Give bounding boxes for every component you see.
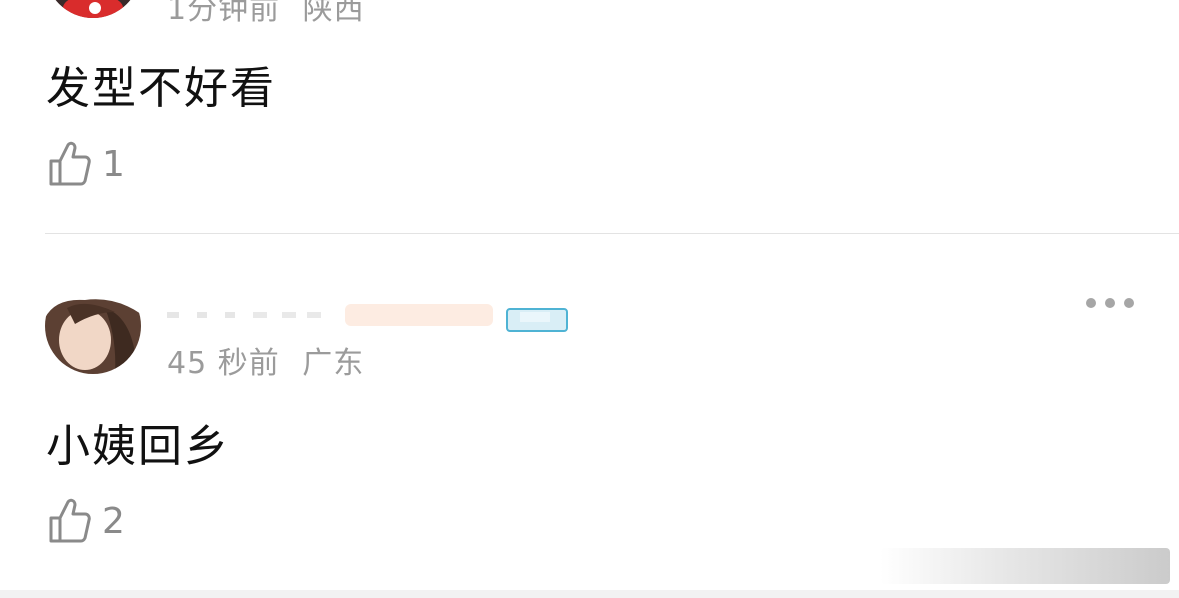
badge-icon [506,308,568,332]
like-button-2[interactable]: 2 [48,497,125,545]
bottom-bar [0,590,1179,598]
like-count-1: 1 [102,143,125,185]
comment-item-1: 1分钟前 陕西 发型不好看 1 [0,0,1179,233]
more-dot-icon [1105,298,1115,308]
avatar-1[interactable] [45,0,141,18]
more-options-button[interactable] [1086,292,1134,314]
more-dot-icon [1086,298,1096,308]
comment-meta-2: 45 秒前 广东 [167,338,364,382]
like-count-2: 2 [102,500,125,542]
redacted-name-graphic [167,304,493,326]
more-dot-icon [1124,298,1134,308]
comment-text-1: 发型不好看 [46,63,276,114]
username-blurred[interactable] [167,298,497,328]
vip-badge [506,308,568,332]
avatar-2-image [45,278,141,374]
comment-meta-1: 1分钟前 陕西 [167,0,365,28]
watermark-graphic [880,548,1170,584]
comment-text-2: 小姨回乡 [46,421,230,472]
avatar-2[interactable] [45,278,141,374]
comment-location-2: 广东 [302,346,365,381]
thumbs-up-icon [49,141,91,186]
like-button-1[interactable]: 1 [48,140,125,188]
avatar-1-image [45,0,141,18]
comment-time-2: 45 秒前 [167,346,280,381]
comment-time-1: 1分钟前 [167,0,281,27]
comment-location-1: 陕西 [302,0,365,27]
thumbs-up-icon [49,498,91,543]
